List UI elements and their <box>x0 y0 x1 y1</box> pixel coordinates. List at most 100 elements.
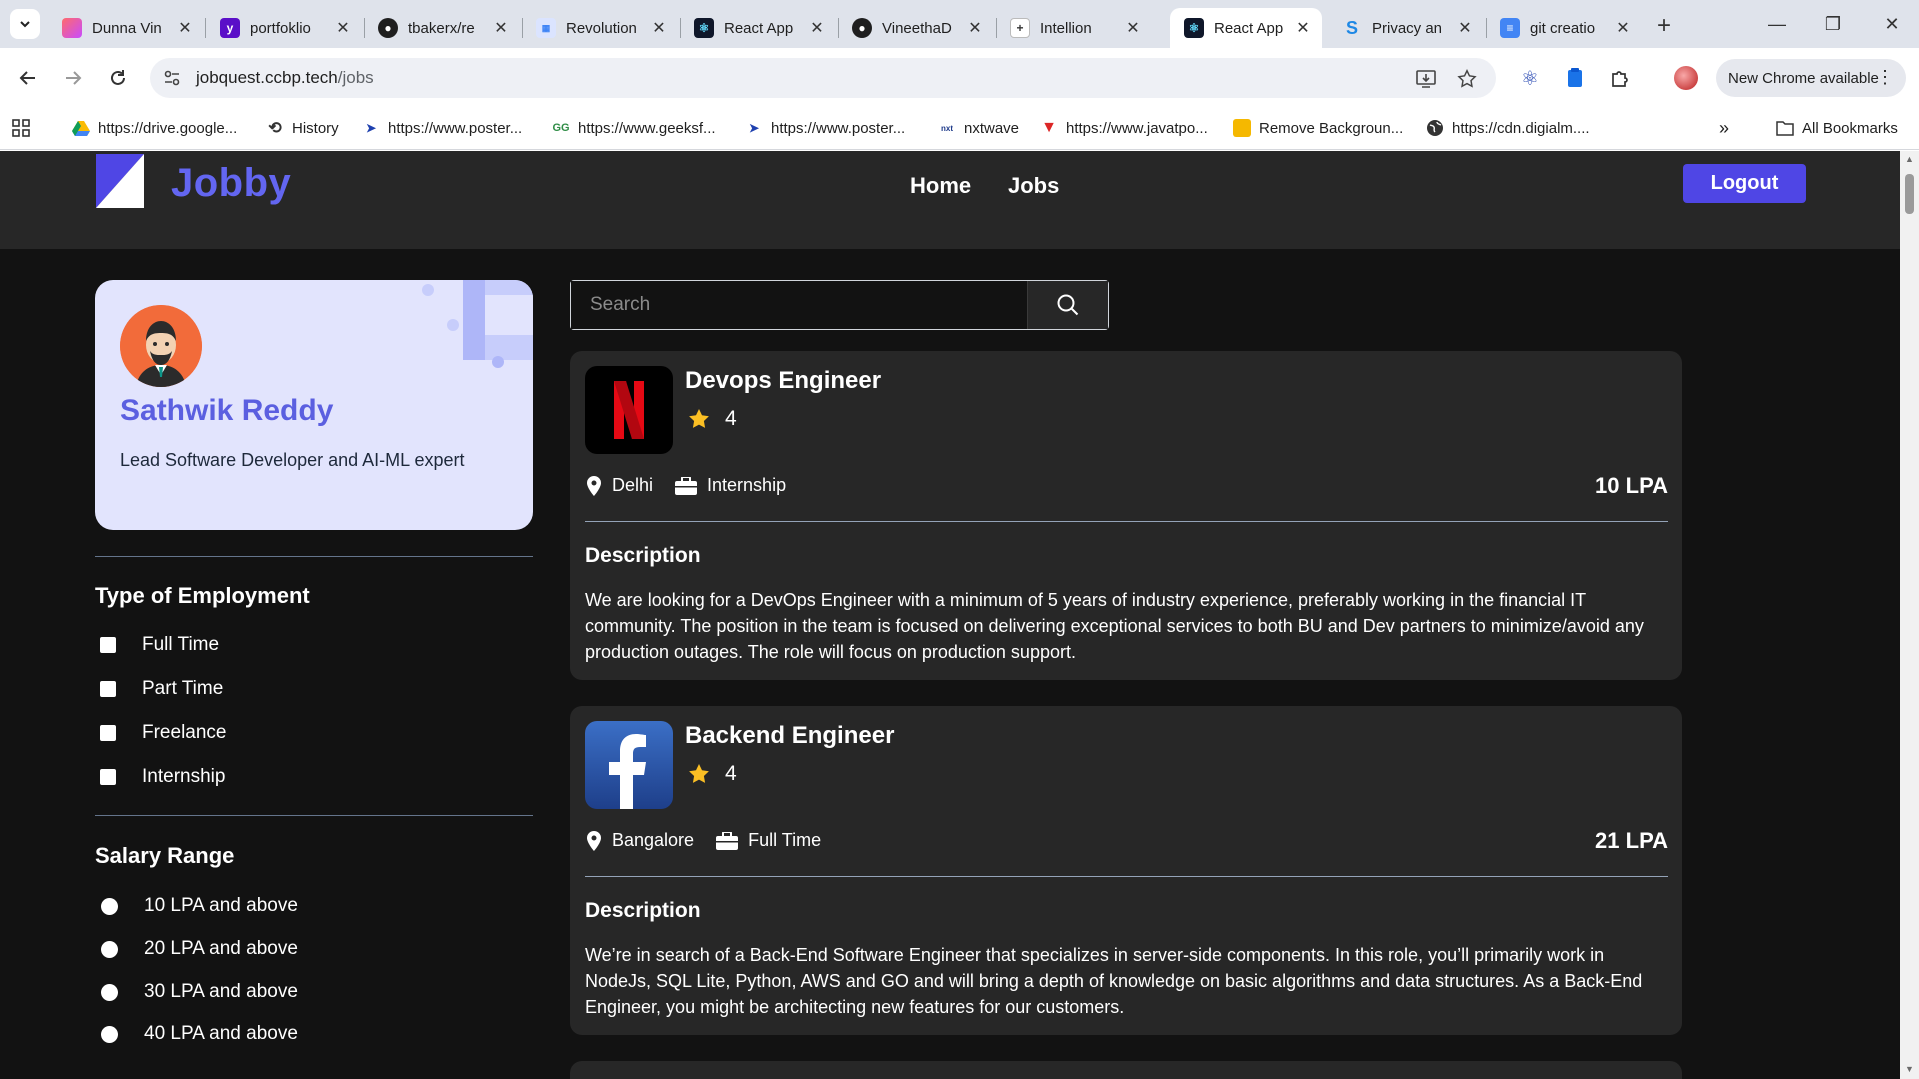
checkbox[interactable] <box>100 637 116 653</box>
globe-icon <box>1426 119 1444 137</box>
url-path: /jobs <box>337 68 374 87</box>
salary-option-40[interactable]: 40 LPA and above <box>100 1022 298 1046</box>
install-app-button[interactable] <box>1413 66 1439 92</box>
tab-6[interactable]: + Intellion ✕ <box>996 8 1152 48</box>
logout-button[interactable]: Logout <box>1683 164 1806 203</box>
job-meta: Bangalore Full Time <box>586 830 821 851</box>
checkbox[interactable] <box>100 769 116 785</box>
employment-option-part-time[interactable]: Part Time <box>100 677 223 701</box>
search-input[interactable] <box>571 281 1028 329</box>
tab-8[interactable]: S Privacy an ✕ <box>1328 8 1484 48</box>
checkbox[interactable] <box>100 725 116 741</box>
all-bookmarks-button[interactable]: All Bookmarks <box>1776 115 1898 141</box>
minimize-icon: — <box>1768 13 1786 34</box>
bookmark-6[interactable]: ▼ https://www.javatpo... <box>1040 115 1208 141</box>
tab-7-active[interactable]: ⚛ React App ✕ <box>1170 8 1322 48</box>
employment-option-freelance[interactable]: Freelance <box>100 721 227 745</box>
bookmark-3[interactable]: GG https://www.geeksf... <box>552 115 715 141</box>
site-info-icon[interactable] <box>162 68 182 88</box>
site-icon: + <box>1010 18 1030 38</box>
address-bar[interactable]: jobquest.ccbp.tech/jobs <box>150 58 1496 98</box>
job-title[interactable]: Devops Engineer <box>685 367 881 395</box>
job-card[interactable]: Backend Engineer 4 Bangalore Full Time 2… <box>570 706 1682 1035</box>
minimize-button[interactable]: — <box>1757 8 1797 40</box>
nav-home-link[interactable]: Home <box>910 173 971 199</box>
close-icon[interactable]: ✕ <box>1456 19 1474 37</box>
bookmark-label: nxtwave <box>964 119 1020 137</box>
folder-icon <box>1776 119 1794 137</box>
page-scrollbar[interactable] <box>1900 151 1919 1079</box>
removebg-icon <box>1233 119 1251 137</box>
bookmark-8[interactable]: https://cdn.digialm.... <box>1426 115 1590 141</box>
search-button[interactable] <box>1027 281 1108 329</box>
bookmark-star-button[interactable] <box>1454 66 1480 92</box>
tab-4[interactable]: ⚛ React App ✕ <box>680 8 836 48</box>
checkbox[interactable] <box>100 681 116 697</box>
profile-avatar[interactable] <box>1672 64 1700 92</box>
employment-option-full-time[interactable]: Full Time <box>100 633 219 657</box>
new-tab-button[interactable]: + <box>1650 12 1678 40</box>
close-icon[interactable]: ✕ <box>1294 19 1312 37</box>
tab-3[interactable]: ▦ Revolution ✕ <box>522 8 678 48</box>
extension-react-devtools[interactable]: ⚛ <box>1516 64 1544 92</box>
extension-clipboard[interactable] <box>1561 64 1589 92</box>
close-icon[interactable]: ✕ <box>1614 19 1632 37</box>
bookmark-0[interactable]: https://drive.google... <box>72 115 237 141</box>
chrome-update-button[interactable]: New Chrome available ⋮ <box>1716 59 1906 97</box>
bookmark-7[interactable]: Remove Backgroun... <box>1233 115 1403 141</box>
jobby-logo-icon[interactable] <box>96 154 144 208</box>
tab-5[interactable]: ● VineethaD ✕ <box>838 8 994 48</box>
job-card[interactable]: Devops Engineer 4 Delhi Internship 10 LP… <box>570 351 1682 680</box>
brand-name[interactable]: Jobby <box>171 161 291 206</box>
close-icon[interactable]: ✕ <box>808 19 826 37</box>
radio-button[interactable] <box>101 940 118 958</box>
search-icon <box>1057 294 1079 316</box>
employment-option-internship[interactable]: Internship <box>100 765 225 789</box>
url-text[interactable]: jobquest.ccbp.tech/jobs <box>196 68 374 88</box>
scroll-down-icon[interactable]: ▼ <box>1903 1064 1916 1074</box>
bookmark-2[interactable]: ➤ https://www.poster... <box>362 115 522 141</box>
option-label: 30 LPA and above <box>144 981 298 1002</box>
scroll-up-icon[interactable]: ▲ <box>1903 154 1916 164</box>
radio-button[interactable] <box>101 983 118 1001</box>
tab-9[interactable]: ≡ git creatio ✕ <box>1486 8 1642 48</box>
restore-button[interactable]: ❐ <box>1813 8 1853 40</box>
tab-title: git creatio <box>1530 19 1596 37</box>
tab-1[interactable]: y portfoklio ✕ <box>206 8 362 48</box>
netflix-logo-icon <box>585 366 673 454</box>
extensions-button[interactable] <box>1606 64 1634 92</box>
bookmark-5[interactable]: nxt nxtwave <box>938 115 1019 141</box>
close-icon[interactable]: ✕ <box>966 19 984 37</box>
close-icon[interactable]: ✕ <box>1124 19 1142 37</box>
close-icon[interactable]: ✕ <box>492 19 510 37</box>
close-icon[interactable]: ✕ <box>176 19 194 37</box>
scrollbar-thumb[interactable] <box>1905 174 1914 214</box>
radio-button[interactable] <box>101 897 118 915</box>
reload-button[interactable] <box>102 62 134 94</box>
bookmark-1[interactable]: ⟲ History <box>266 115 338 141</box>
back-button[interactable] <box>12 62 44 94</box>
salary-option-20[interactable]: 20 LPA and above <box>100 937 298 961</box>
avatar-icon <box>1674 66 1698 90</box>
option-label: Full Time <box>142 634 220 655</box>
job-card[interactable] <box>570 1061 1682 1079</box>
more-bookmarks-button[interactable]: » <box>1719 115 1729 141</box>
close-icon[interactable]: ✕ <box>334 19 352 37</box>
apps-button[interactable] <box>12 115 30 141</box>
github-icon: ● <box>378 18 398 38</box>
bookmark-label: Remove Backgroun... <box>1259 119 1404 137</box>
forward-button[interactable] <box>57 62 89 94</box>
salary-option-30[interactable]: 30 LPA and above <box>100 980 298 1004</box>
tab-2[interactable]: ● tbakerx/re ✕ <box>364 8 520 48</box>
nav-jobs-link[interactable]: Jobs <box>1008 173 1059 199</box>
more-vert-icon[interactable]: ⋮ <box>1876 68 1894 86</box>
bookmark-4[interactable]: ➤ https://www.poster... <box>745 115 905 141</box>
tab-search-button[interactable] <box>10 9 40 39</box>
star-outline-icon <box>1457 69 1477 88</box>
close-icon[interactable]: ✕ <box>650 19 668 37</box>
tab-0[interactable]: Dunna Vin ✕ <box>48 8 204 48</box>
salary-option-10[interactable]: 10 LPA and above <box>100 894 298 918</box>
close-window-button[interactable]: ✕ <box>1872 8 1912 40</box>
job-title[interactable]: Backend Engineer <box>685 722 894 750</box>
radio-button[interactable] <box>101 1025 118 1043</box>
